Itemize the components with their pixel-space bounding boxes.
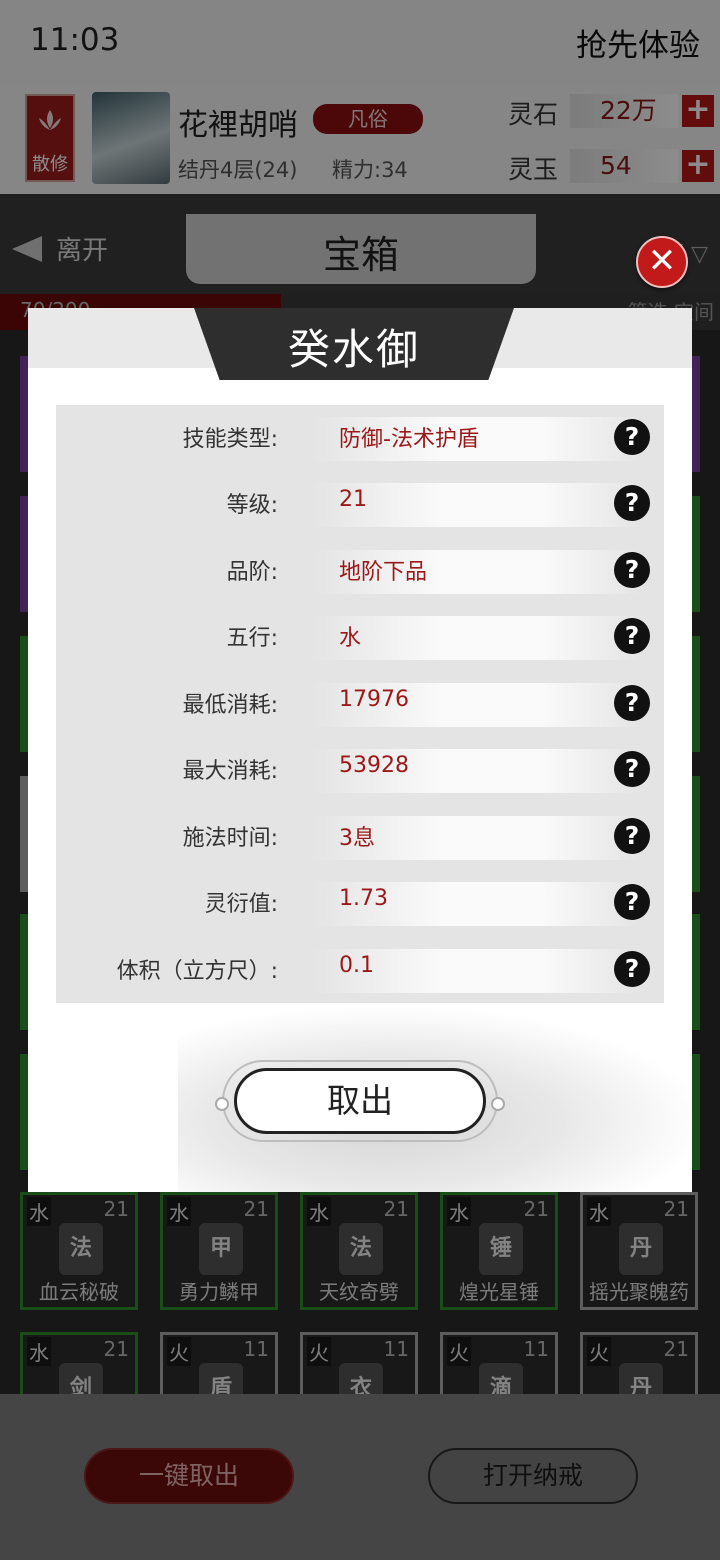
- attribute-label: 品阶:: [226, 560, 278, 585]
- attribute-value: 53928: [339, 753, 409, 778]
- help-icon[interactable]: ?: [614, 818, 650, 854]
- help-icon[interactable]: ?: [614, 552, 650, 588]
- help-icon[interactable]: ?: [614, 951, 650, 987]
- attribute-label: 最低消耗:: [182, 693, 278, 718]
- help-icon[interactable]: ?: [614, 618, 650, 654]
- help-icon[interactable]: ?: [614, 685, 650, 721]
- attribute-row: 品阶: 地阶下品 ?: [56, 538, 664, 604]
- attribute-table: 技能类型: 防御-法术护盾 ? 等级: 21 ? 品阶: 地阶下品 ? 五行: …: [56, 405, 664, 1003]
- attribute-value: 21: [339, 487, 367, 512]
- attribute-label: 五行:: [226, 626, 278, 651]
- attribute-row: 体积（立方尺）: 0.1 ?: [56, 937, 664, 1003]
- attribute-label: 技能类型:: [182, 427, 278, 452]
- attribute-row: 最低消耗: 17976 ?: [56, 671, 664, 737]
- dialog-title: 癸水御: [287, 325, 420, 374]
- frame-ornament: [215, 1097, 229, 1111]
- attribute-label: 体积（立方尺）:: [116, 959, 278, 984]
- attribute-label: 施法时间:: [182, 826, 278, 851]
- attribute-value: 防御-法术护盾: [339, 427, 479, 452]
- attribute-value: 17976: [339, 687, 409, 712]
- attribute-label: 等级:: [226, 493, 278, 518]
- help-icon[interactable]: ?: [614, 485, 650, 521]
- help-icon[interactable]: ?: [614, 884, 650, 920]
- attribute-row: 五行: 水 ?: [56, 604, 664, 670]
- help-icon[interactable]: ?: [614, 419, 650, 455]
- attribute-label: 灵衍值:: [204, 892, 278, 917]
- skill-detail-dialog: 癸水御 技能类型: 防御-法术护盾 ? 等级: 21 ? 品阶: 地阶下品 ? …: [28, 308, 692, 1192]
- attribute-value: 0.1: [339, 953, 374, 978]
- attribute-row: 灵衍值: 1.73 ?: [56, 870, 664, 936]
- help-icon[interactable]: ?: [614, 751, 650, 787]
- attribute-value: 1.73: [339, 886, 388, 911]
- attribute-value: 水: [339, 626, 362, 651]
- attribute-row: 施法时间: 3息 ?: [56, 804, 664, 870]
- frame-ornament: [491, 1097, 505, 1111]
- attribute-row: 等级: 21 ?: [56, 471, 664, 537]
- attribute-row: 最大消耗: 53928 ?: [56, 737, 664, 803]
- take-out-button[interactable]: 取出: [234, 1068, 486, 1134]
- attribute-value: 3息: [339, 826, 375, 851]
- attribute-value: 地阶下品: [339, 560, 428, 585]
- attribute-label: 最大消耗:: [182, 759, 278, 784]
- close-dialog-button[interactable]: ✕: [636, 236, 688, 288]
- attribute-row: 技能类型: 防御-法术护盾 ?: [56, 405, 664, 471]
